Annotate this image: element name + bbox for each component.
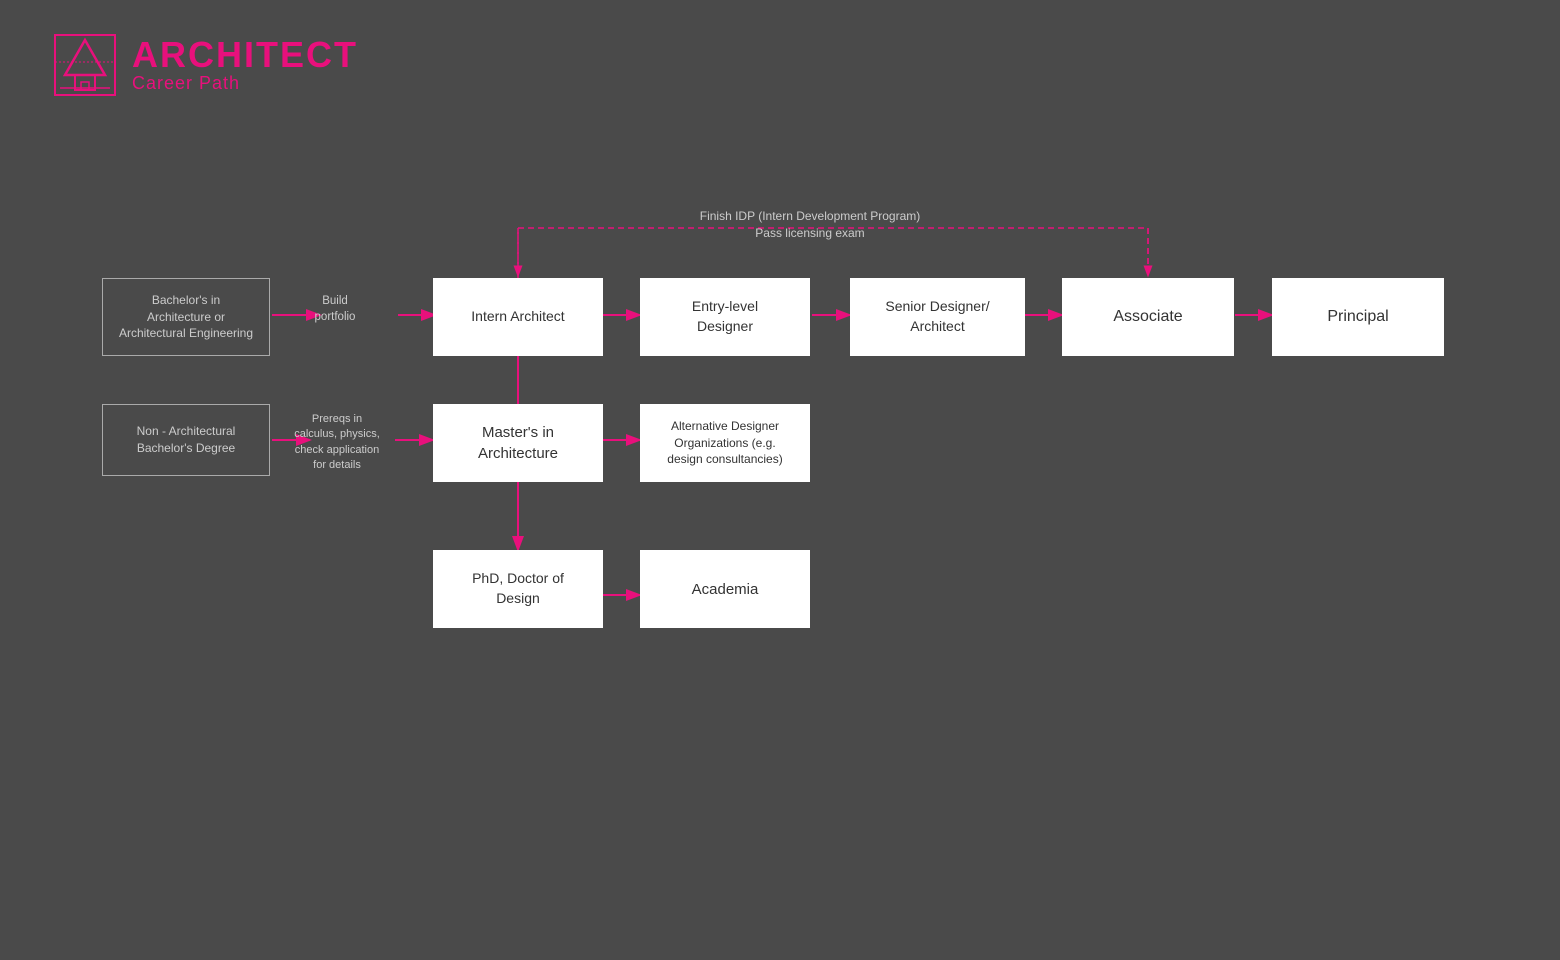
academia-box: Academia <box>640 550 810 628</box>
prereqs-label: Prereqs incalculus, physics,check applic… <box>278 412 396 474</box>
entry-level-box: Entry-levelDesigner <box>640 278 810 356</box>
non-arch-box: Non - ArchitecturalBachelor's Degree <box>102 404 270 476</box>
diagram: Bachelor's inArchitecture orArchitectura… <box>40 160 1520 900</box>
phd-box: PhD, Doctor ofDesign <box>433 550 603 628</box>
masters-box: Master's inArchitecture <box>433 404 603 482</box>
associate-box: Associate <box>1062 278 1234 356</box>
diagram-svg <box>40 160 1520 900</box>
bachelor-box: Bachelor's inArchitecture orArchitectura… <box>102 278 270 356</box>
header-subtitle: Career Path <box>132 73 358 94</box>
principal-box: Principal <box>1272 278 1444 356</box>
header-title: ARCHITECT <box>132 37 358 73</box>
senior-designer-box: Senior Designer/Architect <box>850 278 1025 356</box>
idp-label: Finish IDP (Intern Development Program) … <box>640 208 980 242</box>
intern-architect-box: Intern Architect <box>433 278 603 356</box>
alt-designer-box: Alternative DesignerOrganizations (e.g.d… <box>640 404 810 482</box>
header-text: ARCHITECT Career Path <box>132 37 358 94</box>
header: ARCHITECT Career Path <box>50 30 358 100</box>
logo-icon <box>50 30 120 100</box>
build-portfolio-label: Buildportfolio <box>280 293 390 325</box>
